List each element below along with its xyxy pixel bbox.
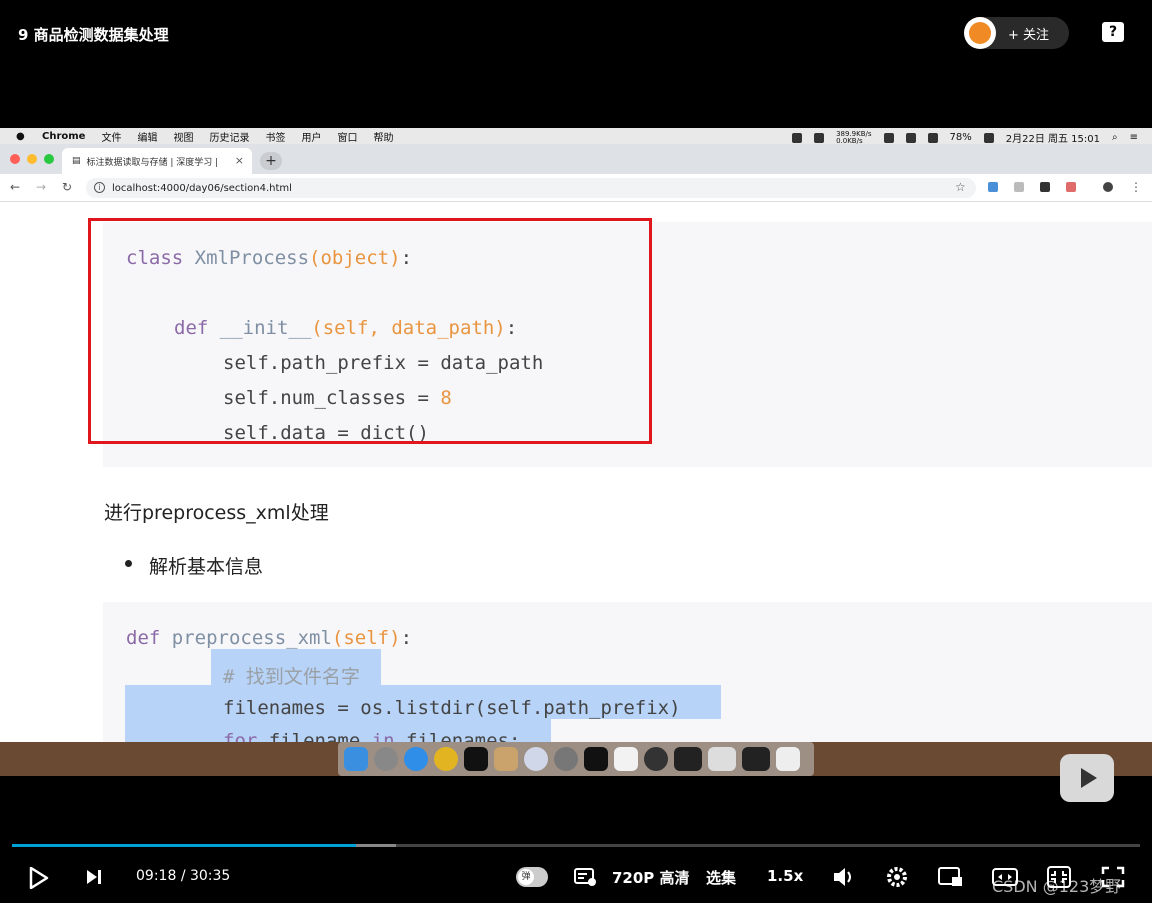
menu-item[interactable]: 帮助 xyxy=(373,129,393,144)
speed-button[interactable]: 1.5x xyxy=(767,867,803,885)
menu-item[interactable]: 编辑 xyxy=(137,129,157,144)
quality-button[interactable]: 720P 高清 xyxy=(612,867,690,888)
back-icon[interactable]: ← xyxy=(10,180,20,194)
extension-icon[interactable] xyxy=(1040,182,1050,192)
obs-icon[interactable] xyxy=(644,747,668,771)
follow-button[interactable]: + 关注 xyxy=(964,17,1069,49)
section-paragraph: 进行preprocess_xml处理 xyxy=(104,502,329,524)
url-text: localhost:4000/day06/section4.html xyxy=(112,182,292,194)
extension-icon[interactable] xyxy=(1066,182,1076,192)
mac-dock xyxy=(338,742,814,776)
menu-item[interactable]: 书签 xyxy=(265,129,285,144)
menu-item[interactable]: 文件 xyxy=(101,129,121,144)
bullet-dot xyxy=(125,560,132,567)
tab-close-icon[interactable]: × xyxy=(235,154,244,167)
forward-icon[interactable]: → xyxy=(36,180,46,194)
video-title: 9 商品检测数据集处理 xyxy=(18,26,169,44)
spotlight-icon[interactable]: ⌕ xyxy=(1112,132,1118,143)
tab-title: 标注数据读取与存储 | 深度学习 | xyxy=(86,157,219,168)
keynote-icon[interactable] xyxy=(494,747,518,771)
played-progress xyxy=(12,844,357,847)
menu-item[interactable]: 历史记录 xyxy=(209,129,249,144)
network-speed: 389.9KB/s 0.0KB/s xyxy=(836,129,872,145)
tray-icon[interactable] xyxy=(905,132,916,143)
code-line: filenames = os.listdir(self.path_prefix) xyxy=(223,697,681,719)
kebab-menu-icon[interactable]: ⋮ xyxy=(1130,180,1142,194)
info-icon[interactable]: i xyxy=(94,182,105,193)
page-content: class XmlProcess(object): def __init__(s… xyxy=(0,202,1152,742)
safari-icon[interactable] xyxy=(404,747,428,771)
trash-icon[interactable] xyxy=(776,747,800,771)
apple-icon[interactable]: ● xyxy=(16,131,26,142)
next-icon xyxy=(87,870,101,884)
typora-icon[interactable] xyxy=(614,747,638,771)
tray-icon[interactable] xyxy=(814,132,825,143)
highlight-box xyxy=(88,218,652,444)
follow-label: + 关注 xyxy=(1008,27,1050,43)
minimize-window-button[interactable] xyxy=(27,154,37,164)
danmu-settings-icon[interactable] xyxy=(574,867,598,887)
bullet-text: 解析基本信息 xyxy=(149,556,264,578)
terminal-icon[interactable] xyxy=(584,747,608,771)
episodes-button[interactable]: 选集 xyxy=(706,867,736,888)
duration: 30:35 xyxy=(189,868,231,884)
time-display: 09:18 / 30:35 xyxy=(136,868,231,884)
battery-percent: 78% xyxy=(949,132,972,143)
current-time: 09:18 xyxy=(136,868,177,884)
menu-item[interactable]: 用户 xyxy=(301,129,321,144)
player-controls: 09:18 / 30:35 弹 720P 高清 选集 1.5x CSDN @12… xyxy=(0,855,1152,899)
window-thumbnail-icon[interactable] xyxy=(674,747,702,771)
menu-app[interactable]: Chrome xyxy=(42,131,85,142)
uploader-avatar[interactable] xyxy=(964,17,996,49)
danmu-knob: 弹 xyxy=(518,869,534,885)
system-preferences-icon[interactable] xyxy=(554,747,578,771)
play-icon xyxy=(29,867,49,889)
zoom-window-button[interactable] xyxy=(44,154,54,164)
tray-icon[interactable] xyxy=(883,132,894,143)
settings-gear-icon[interactable] xyxy=(885,865,909,889)
extension-icon[interactable] xyxy=(988,182,998,192)
window-thumbnail-icon[interactable] xyxy=(708,747,736,771)
help-icon[interactable]: ? xyxy=(1102,22,1124,42)
volume-icon[interactable] xyxy=(832,865,856,889)
volume-icon[interactable] xyxy=(927,132,938,143)
launchpad-icon[interactable] xyxy=(374,747,398,771)
close-window-button[interactable] xyxy=(10,154,20,164)
next-button[interactable] xyxy=(84,867,104,887)
chrome-icon[interactable] xyxy=(434,747,458,771)
finder-icon[interactable] xyxy=(344,747,368,771)
progress-bar[interactable] xyxy=(12,844,1140,847)
play-button[interactable] xyxy=(28,867,50,889)
picture-in-picture-icon[interactable] xyxy=(938,865,964,889)
code-line: def preprocess_xml(self): xyxy=(126,627,413,649)
chrome-window: ▤ 标注数据读取与存储 | 深度学习 | × + ← → ↻ i localho… xyxy=(0,144,1152,742)
extension-icon[interactable] xyxy=(1014,182,1024,192)
menu-list-icon[interactable]: ≡ xyxy=(1130,132,1138,143)
new-tab-button[interactable]: + xyxy=(260,152,282,170)
battery-icon[interactable] xyxy=(983,132,994,143)
danmu-toggle[interactable]: 弹 xyxy=(516,867,548,887)
menu-item[interactable]: 视图 xyxy=(173,129,193,144)
screen-recording: ● Chrome 文件 编辑 视图 历史记录 书签 用户 窗口 帮助 389.9… xyxy=(0,128,1152,776)
address-bar: ← → ↻ i localhost:4000/day06/section4.ht… xyxy=(0,174,1152,202)
reload-icon[interactable]: ↻ xyxy=(62,180,72,194)
clock[interactable]: 2月22日 周五 15:01 xyxy=(1006,130,1100,145)
code-line: for filename in filenames: xyxy=(223,730,521,742)
app-icon[interactable] xyxy=(524,747,548,771)
bilibili-tv-icon[interactable] xyxy=(1060,754,1114,802)
pycharm-icon[interactable] xyxy=(464,747,488,771)
mac-menubar: ● Chrome 文件 编辑 视图 历史记录 书签 用户 窗口 帮助 389.9… xyxy=(0,128,1152,145)
menu-item[interactable]: 窗口 xyxy=(337,129,357,144)
code-comment: # 找到文件名字 xyxy=(223,666,360,688)
browser-tab[interactable]: ▤ 标注数据读取与存储 | 深度学习 | × xyxy=(62,148,252,174)
url-field[interactable]: i localhost:4000/day06/section4.html xyxy=(86,178,976,198)
watermark: CSDN @123梦野 xyxy=(992,877,1122,896)
book-icon: ▤ xyxy=(72,156,81,166)
code-block: def preprocess_xml(self): # 找到文件名字 filen… xyxy=(103,602,1152,742)
bookmark-star-icon[interactable]: ☆ xyxy=(955,180,966,194)
tab-strip: ▤ 标注数据读取与存储 | 深度学习 | × + xyxy=(0,144,1152,174)
profile-icon[interactable] xyxy=(1103,182,1113,192)
tray-icon[interactable] xyxy=(792,132,803,143)
window-thumbnail-icon[interactable] xyxy=(742,747,770,771)
